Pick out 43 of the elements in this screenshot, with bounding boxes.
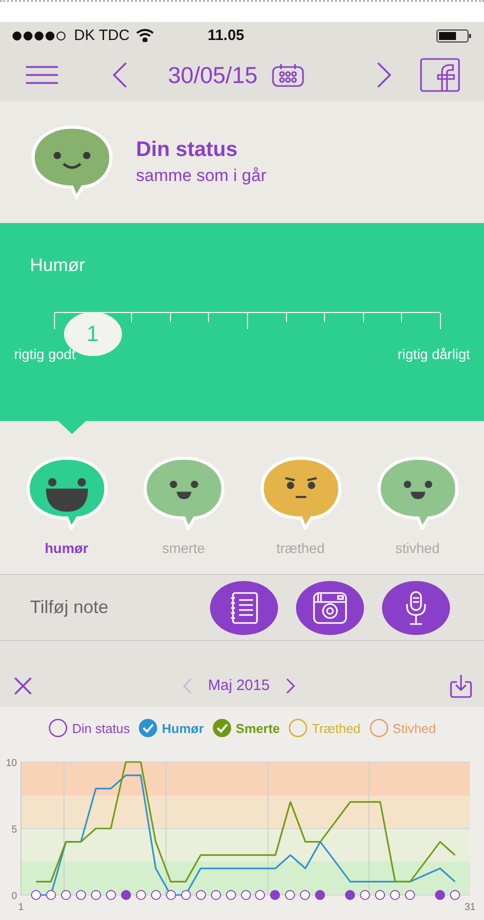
y-tick-label: 10 xyxy=(6,758,17,770)
menu-button[interactable] xyxy=(26,65,58,86)
close-button[interactable] xyxy=(14,676,32,695)
facebook-button[interactable] xyxy=(420,58,460,92)
x-tick-label: 31 xyxy=(464,902,476,914)
date-label: 30/05/15 xyxy=(168,62,258,89)
camera-icon xyxy=(312,590,348,625)
calendar-button[interactable] xyxy=(272,63,304,88)
slider-title: Humør xyxy=(30,255,86,276)
next-day-button[interactable] xyxy=(376,62,392,88)
battery-icon xyxy=(436,28,472,43)
category-tab[interactable]: træthed xyxy=(258,454,342,556)
y-tick-label: 5 xyxy=(11,824,17,836)
status-title: Din status xyxy=(136,138,239,162)
scale-max-label: rigtig dårligt xyxy=(398,346,470,362)
status-subtitle: samme som i går xyxy=(136,166,266,186)
wifi-icon xyxy=(136,29,154,42)
checked-checkbox[interactable] xyxy=(212,718,232,738)
y-tick-label: 0 xyxy=(11,891,17,902)
signal-icon xyxy=(12,30,68,41)
legend-label: Træthed xyxy=(312,720,361,736)
previous-day-button[interactable] xyxy=(112,62,128,88)
month-label: Maj 2015 xyxy=(208,677,270,694)
legend-label: Din status xyxy=(72,720,130,736)
next-month-button[interactable] xyxy=(286,678,296,694)
checked-checkbox[interactable] xyxy=(138,718,158,738)
microphone-icon xyxy=(404,590,428,626)
add-note-label: Tilføj note xyxy=(30,597,110,618)
status-smiley-icon xyxy=(30,124,114,200)
unchecked-checkbox[interactable] xyxy=(48,718,68,738)
category-tab[interactable]: humør xyxy=(24,454,108,556)
unchecked-checkbox[interactable] xyxy=(288,718,308,738)
category-tab[interactable]: smerte xyxy=(142,454,226,556)
carrier-label: DK TDC xyxy=(74,27,130,44)
x-tick-label: 1 xyxy=(18,902,24,914)
notebook-icon xyxy=(228,590,260,625)
legend-label: Stivhed xyxy=(392,720,436,736)
legend-label: Smerte xyxy=(236,720,280,736)
legend-label: Humør xyxy=(162,720,204,736)
category-tab[interactable]: stivhed xyxy=(376,454,460,556)
clock-time: 11.05 xyxy=(208,27,244,44)
unchecked-checkbox[interactable] xyxy=(368,718,389,738)
download-button[interactable] xyxy=(450,674,472,698)
